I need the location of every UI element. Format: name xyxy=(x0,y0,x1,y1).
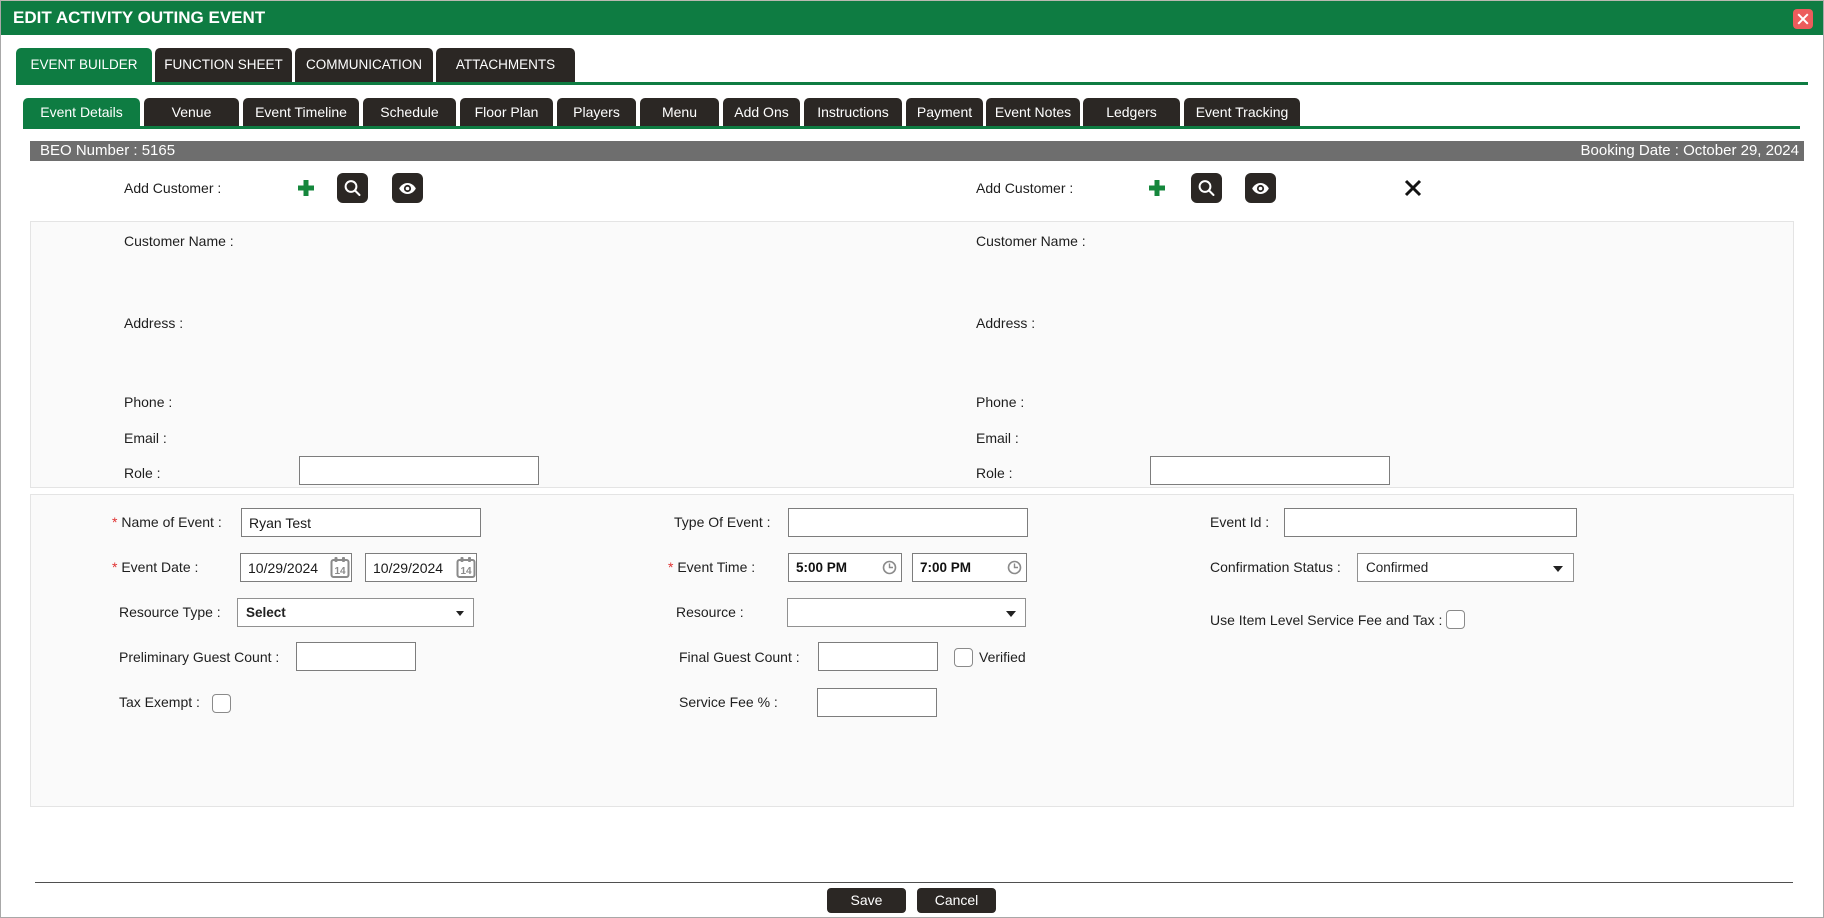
svg-text:14: 14 xyxy=(334,566,346,577)
svg-text:14: 14 xyxy=(460,566,472,577)
